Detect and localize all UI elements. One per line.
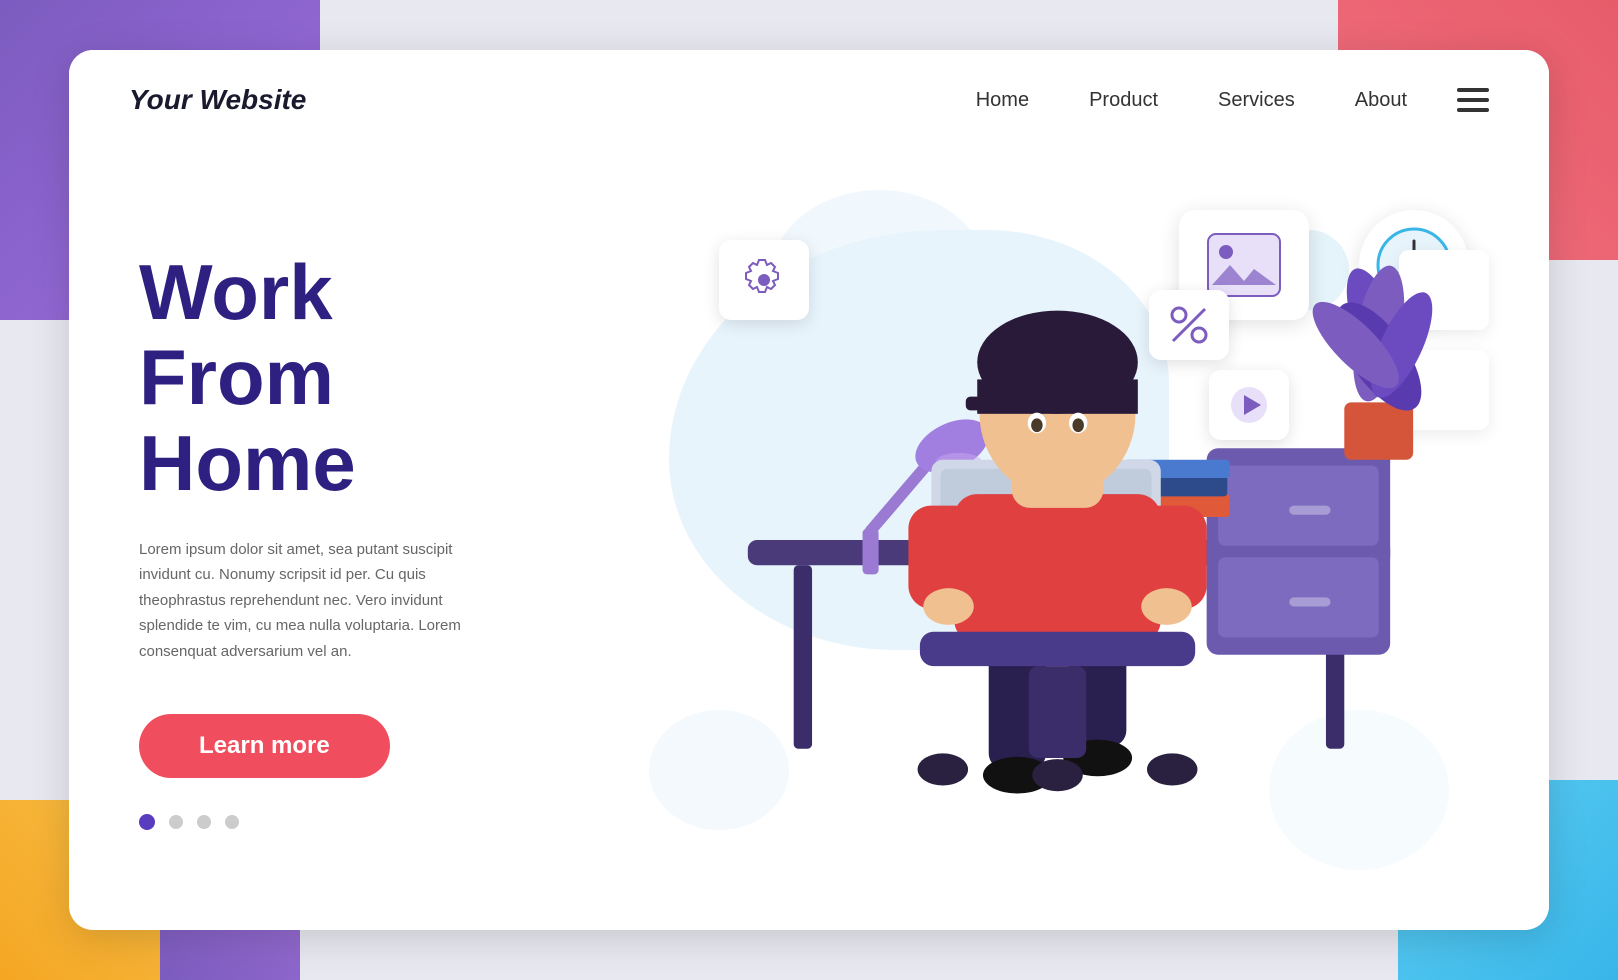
dot-1[interactable] [139, 814, 155, 830]
hamburger-line-1 [1457, 88, 1489, 92]
main-card: Your Website Home Product Services About… [69, 50, 1549, 930]
hero-description: Lorem ipsum dolor sit amet, sea putant s… [139, 537, 499, 665]
left-panel: Work From Home Lorem ipsum dolor sit ame… [69, 150, 589, 930]
hero-title-line1: Work [139, 248, 333, 336]
hero-title: Work From Home [139, 250, 529, 507]
desk-illustration [589, 150, 1549, 930]
nav-product[interactable]: Product [1089, 89, 1158, 112]
hamburger-menu[interactable] [1457, 88, 1489, 112]
nav-home[interactable]: Home [976, 89, 1029, 112]
nav-services[interactable]: Services [1218, 89, 1295, 112]
hero-title-line2: From Home [139, 333, 356, 507]
hamburger-line-2 [1457, 98, 1489, 102]
header: Your Website Home Product Services About [69, 50, 1549, 150]
main-content: Work From Home Lorem ipsum dolor sit ame… [69, 150, 1549, 930]
right-panel [589, 150, 1549, 930]
dot-2[interactable] [169, 815, 183, 829]
learn-more-button[interactable]: Learn more [139, 714, 390, 778]
main-nav: Home Product Services About [976, 89, 1407, 112]
hamburger-line-3 [1457, 108, 1489, 112]
nav-about[interactable]: About [1355, 89, 1407, 112]
pagination-dots [139, 814, 529, 830]
logo: Your Website [129, 84, 306, 116]
dot-3[interactable] [197, 815, 211, 829]
dot-4[interactable] [225, 815, 239, 829]
